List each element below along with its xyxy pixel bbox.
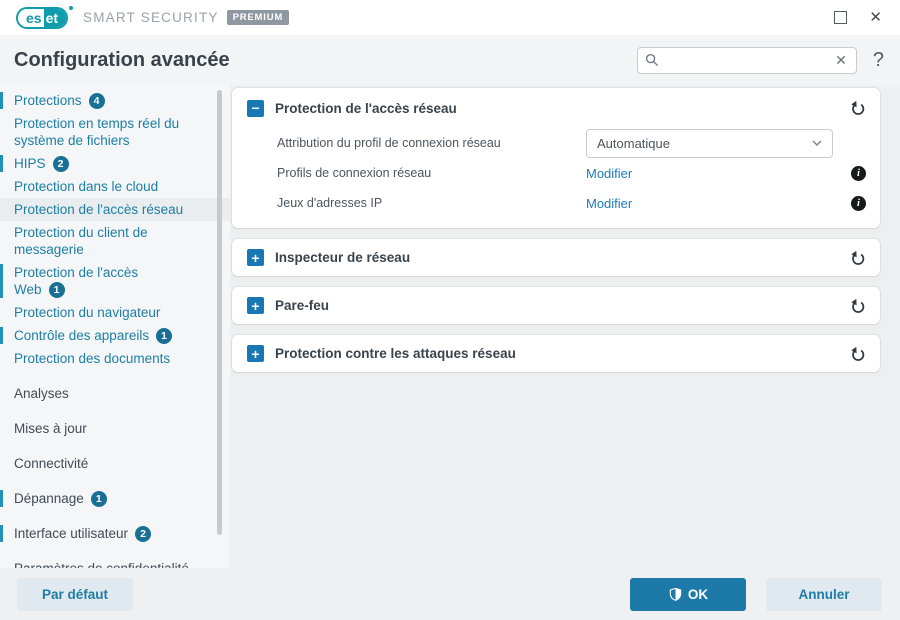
sidebar-item-realtime-filesystem[interactable]: Protection en temps réel du système de f…	[0, 112, 230, 152]
ok-label: OK	[687, 587, 709, 602]
info-icon[interactable]: i	[851, 165, 866, 181]
setting-label: Attribution du profil de connexion résea…	[277, 136, 501, 150]
count-badge: 2	[52, 156, 69, 172]
registered-dot	[69, 5, 74, 10]
search-box[interactable]: ✕	[636, 46, 857, 74]
count-badge: 2	[135, 526, 152, 542]
footer-bar: Par défaut OK Annuler	[0, 568, 900, 620]
sidebar-item-protections[interactable]: Protections 4	[0, 89, 230, 112]
sidebar-item-email-client[interactable]: Protection du client de messagerie	[0, 221, 230, 261]
eset-advanced-setup-window: es et SMART SECURITY PREMIUM ✕ Configurat…	[0, 0, 900, 620]
expand-icon[interactable]: +	[247, 249, 264, 266]
main-content: − Protection de l'accès réseau Attributi…	[230, 85, 900, 568]
section-title: Inspecteur de réseau	[275, 250, 411, 265]
sidebar-item-network-access[interactable]: Protection de l'accès réseau	[0, 198, 230, 221]
close-icon[interactable]: ✕	[869, 10, 882, 25]
setting-row-profile-assignment: Attribution du profil de connexion résea…	[277, 128, 866, 158]
page-header: Configuration avancée ✕ ?	[0, 35, 900, 85]
sidebar-scrollbar[interactable]	[217, 90, 222, 535]
setting-row-connection-profiles: Profils de connexion réseau Modifier i	[277, 158, 866, 188]
count-badge: 1	[48, 282, 65, 298]
sidebar-item-document-protection[interactable]: Protection des documents	[0, 347, 230, 370]
edition-badge: PREMIUM	[226, 10, 290, 25]
sidebar: Protections 4 Protection en temps réel du…	[0, 85, 230, 620]
default-button[interactable]: Par défaut	[17, 578, 133, 611]
profile-assignment-select[interactable]: Automatique	[586, 128, 833, 158]
eset-logo-left: es	[18, 8, 44, 27]
search-icon	[645, 53, 658, 67]
section-network-inspector: + Inspecteur de réseau	[232, 239, 880, 276]
revert-icon[interactable]	[850, 346, 866, 362]
cancel-button[interactable]: Annuler	[766, 578, 882, 611]
section-header[interactable]: + Inspecteur de réseau	[232, 239, 880, 276]
page-title: Configuration avancée	[14, 48, 230, 71]
sidebar-item-connectivity[interactable]: Connectivité	[0, 452, 230, 475]
sidebar-item-device-control[interactable]: Contrôle des appareils 1	[0, 324, 230, 347]
section-header[interactable]: + Protection contre les attaques réseau	[232, 335, 880, 372]
product-name: SMART SECURITY	[83, 10, 219, 25]
sidebar-item-browser-protection[interactable]: Protection du navigateur	[0, 301, 230, 324]
titlebar: es et SMART SECURITY PREMIUM ✕	[0, 0, 900, 35]
count-badge: 4	[88, 93, 105, 109]
ok-button[interactable]: OK	[630, 578, 746, 611]
section-firewall: + Pare-feu	[232, 287, 880, 324]
search-input[interactable]	[663, 52, 836, 68]
chevron-down-icon	[812, 140, 822, 146]
section-network-access-protection: − Protection de l'accès réseau Attributi…	[232, 88, 880, 228]
modify-link[interactable]: Modifier	[586, 166, 632, 181]
count-badge: 1	[90, 491, 107, 507]
revert-icon[interactable]	[850, 250, 866, 266]
sidebar-item-scans[interactable]: Analyses	[0, 382, 230, 405]
section-header[interactable]: + Pare-feu	[232, 287, 880, 324]
info-icon[interactable]: i	[851, 195, 866, 211]
eset-logo-right: et	[43, 8, 67, 27]
sidebar-item-hips[interactable]: HIPS 2	[0, 152, 230, 175]
search-clear-icon[interactable]: ✕	[835, 52, 847, 69]
sidebar-item-updates[interactable]: Mises à jour	[0, 417, 230, 440]
sidebar-item-troubleshooting[interactable]: Dépannage 1	[0, 487, 230, 510]
section-title: Pare-feu	[275, 298, 330, 313]
help-icon[interactable]: ?	[873, 49, 884, 72]
revert-icon[interactable]	[850, 100, 866, 116]
count-badge: 1	[156, 328, 173, 344]
sidebar-item-cloud-protection[interactable]: Protection dans le cloud	[0, 175, 230, 198]
section-title: Protection contre les attaques réseau	[275, 346, 516, 361]
section-header[interactable]: − Protection de l'accès réseau	[232, 88, 880, 128]
eset-logo: es et	[16, 5, 74, 29]
modify-link[interactable]: Modifier	[586, 196, 632, 211]
collapse-icon[interactable]: −	[247, 99, 264, 117]
setting-row-ip-address-sets: Jeux d'adresses IP Modifier i	[277, 188, 866, 218]
expand-icon[interactable]: +	[247, 345, 264, 362]
sidebar-item-user-interface[interactable]: Interface utilisateur 2	[0, 522, 230, 545]
section-network-attack-protection: + Protection contre les attaques réseau	[232, 335, 880, 372]
uac-shield-icon	[669, 587, 682, 602]
revert-icon[interactable]	[850, 298, 866, 314]
expand-icon[interactable]: +	[247, 297, 264, 314]
setting-label: Jeux d'adresses IP	[277, 196, 383, 210]
maximize-icon[interactable]	[834, 11, 848, 24]
section-title: Protection de l'accès réseau	[275, 100, 457, 116]
setting-label: Profils de connexion réseau	[277, 166, 432, 180]
sidebar-item-web-access[interactable]: Protection de l'accès Web 1	[0, 261, 230, 301]
